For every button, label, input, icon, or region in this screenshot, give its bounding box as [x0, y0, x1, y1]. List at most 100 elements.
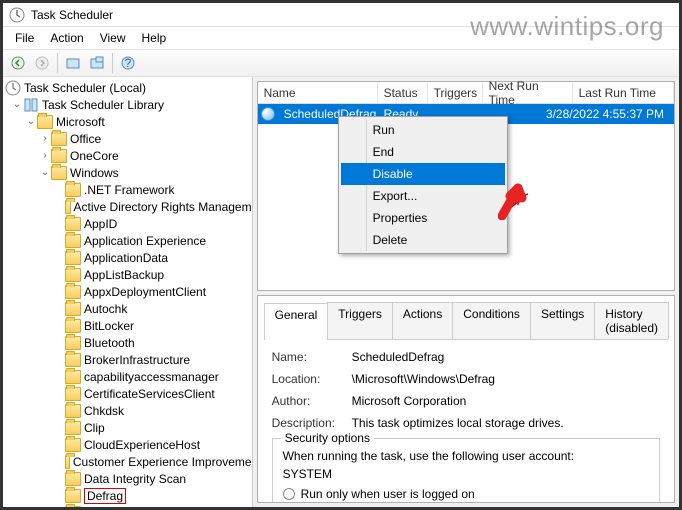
- nav-back-button[interactable]: [7, 52, 29, 74]
- right-pane: Name Status Triggers Next Run Time Last …: [253, 77, 679, 507]
- tree-windows[interactable]: ⌄ Windows: [3, 164, 252, 181]
- tab-triggers[interactable]: Triggers: [327, 302, 393, 339]
- value-author: Microsoft Corporation: [352, 394, 660, 408]
- tab-conditions[interactable]: Conditions: [452, 302, 531, 339]
- security-line1: When running the task, use the following…: [283, 449, 649, 463]
- menu-view[interactable]: View: [92, 29, 134, 47]
- tree-view[interactable]: Task Scheduler (Local) ⌄ Task Scheduler …: [3, 77, 253, 507]
- tab-actions[interactable]: Actions: [392, 302, 453, 339]
- col-name[interactable]: Name: [258, 82, 378, 103]
- tab-settings[interactable]: Settings: [530, 302, 595, 339]
- tree-item[interactable]: BrokerInfrastructure: [3, 351, 252, 368]
- tree-label: Customer Experience Improveme: [73, 455, 252, 469]
- twist-icon[interactable]: ›: [39, 150, 51, 161]
- tree-item[interactable]: AppxDeploymentClient: [3, 283, 252, 300]
- label-name: Name:: [272, 350, 352, 364]
- menu-file[interactable]: File: [7, 29, 42, 47]
- folder-icon: [65, 234, 81, 248]
- toolbar-action-2[interactable]: [86, 52, 108, 74]
- nav-forward-button[interactable]: [31, 52, 53, 74]
- ctx-delete[interactable]: Delete: [341, 229, 505, 251]
- tree-item[interactable]: Bluetooth: [3, 334, 252, 351]
- tree-item[interactable]: AppID: [3, 215, 252, 232]
- security-account: SYSTEM: [283, 467, 649, 481]
- toolbar-separator: [57, 53, 58, 73]
- tree-label: Application Experience: [84, 234, 206, 248]
- tree-item[interactable]: Data Integrity Scan: [3, 470, 252, 487]
- context-menu: Run End Disable Export... Properties Del…: [338, 116, 508, 254]
- tree-label: Autochk: [84, 302, 127, 316]
- tree-office[interactable]: › Office: [3, 130, 252, 147]
- folder-icon: [65, 302, 81, 316]
- tree-label: AppListBackup: [84, 268, 164, 282]
- ctx-end[interactable]: End: [341, 141, 505, 163]
- tree-item[interactable]: CloudExperienceHost: [3, 436, 252, 453]
- toolbar-action-1[interactable]: [62, 52, 84, 74]
- radio-logged-on[interactable]: Run only when user is logged on: [283, 487, 649, 501]
- col-triggers[interactable]: Triggers: [428, 82, 483, 103]
- folder-icon: [65, 353, 81, 367]
- tree-item[interactable]: Chkdsk: [3, 402, 252, 419]
- folder-icon: [51, 149, 67, 163]
- tree-root[interactable]: Task Scheduler (Local): [3, 79, 252, 96]
- twist-icon[interactable]: ›: [39, 133, 51, 144]
- tree-item[interactable]: Active Directory Rights Managem: [3, 198, 252, 215]
- content-area: Task Scheduler (Local) ⌄ Task Scheduler …: [3, 77, 679, 507]
- twist-icon[interactable]: ⌄: [11, 99, 23, 110]
- folder-icon: [65, 285, 81, 299]
- tree-library[interactable]: ⌄ Task Scheduler Library: [3, 96, 252, 113]
- tree-microsoft[interactable]: ⌄ Microsoft: [3, 113, 252, 130]
- tree-item[interactable]: Clip: [3, 419, 252, 436]
- toolbar-separator: [112, 53, 113, 73]
- tab-history[interactable]: History (disabled): [594, 302, 669, 339]
- ctx-export[interactable]: Export...: [341, 185, 505, 207]
- window-title: Task Scheduler: [31, 8, 113, 22]
- tree-item[interactable]: AppListBackup: [3, 266, 252, 283]
- tree-onecore[interactable]: › OneCore: [3, 147, 252, 164]
- tree-label: Task Scheduler Library: [42, 98, 164, 112]
- folder-icon: [65, 336, 81, 350]
- tree-item[interactable]: Device Information: [3, 504, 252, 507]
- col-next[interactable]: Next Run Time: [483, 82, 573, 103]
- value-location: \Microsoft\Windows\Defrag: [352, 372, 660, 386]
- svg-text:?: ?: [125, 56, 132, 70]
- tree-item[interactable]: capabilityaccessmanager: [3, 368, 252, 385]
- tree-item[interactable]: Application Experience: [3, 232, 252, 249]
- radio-label: Run only when user is logged on: [301, 487, 475, 501]
- security-title: Security options: [281, 431, 374, 445]
- twist-icon[interactable]: ⌄: [39, 167, 51, 178]
- tree-label: Clip: [84, 421, 105, 435]
- menu-action[interactable]: Action: [42, 29, 91, 47]
- menu-help[interactable]: Help: [134, 29, 175, 47]
- col-last[interactable]: Last Run Time: [573, 82, 674, 103]
- cursor-annotation: [498, 180, 532, 220]
- folder-icon: [65, 421, 81, 435]
- folder-icon: [65, 319, 81, 333]
- tree-item[interactable]: Autochk: [3, 300, 252, 317]
- tree-label: Defrag: [84, 488, 126, 504]
- tree-item[interactable]: Defrag: [3, 487, 252, 504]
- tree-label: Microsoft: [56, 115, 105, 129]
- ctx-run[interactable]: Run: [341, 119, 505, 141]
- ctx-properties[interactable]: Properties: [341, 207, 505, 229]
- col-status[interactable]: Status: [378, 82, 428, 103]
- tab-general[interactable]: General: [264, 303, 329, 340]
- folder-icon: [65, 455, 70, 469]
- ctx-disable[interactable]: Disable: [341, 163, 505, 185]
- folder-icon: [65, 404, 81, 418]
- folder-icon: [65, 438, 81, 452]
- twist-icon[interactable]: ⌄: [25, 116, 37, 127]
- tree-item[interactable]: ApplicationData: [3, 249, 252, 266]
- folder-icon: [65, 387, 81, 401]
- task-icon: [261, 107, 275, 121]
- tree-item[interactable]: BitLocker: [3, 317, 252, 334]
- folder-icon: [65, 200, 71, 214]
- toolbar-help-button[interactable]: ?: [117, 52, 139, 74]
- tree-item[interactable]: Customer Experience Improveme: [3, 453, 252, 470]
- tree-label: CertificateServicesClient: [84, 387, 215, 401]
- folder-icon: [51, 166, 67, 180]
- tree-label: Windows: [70, 166, 119, 180]
- folder-icon: [65, 472, 81, 486]
- tree-item[interactable]: CertificateServicesClient: [3, 385, 252, 402]
- tree-item[interactable]: .NET Framework: [3, 181, 252, 198]
